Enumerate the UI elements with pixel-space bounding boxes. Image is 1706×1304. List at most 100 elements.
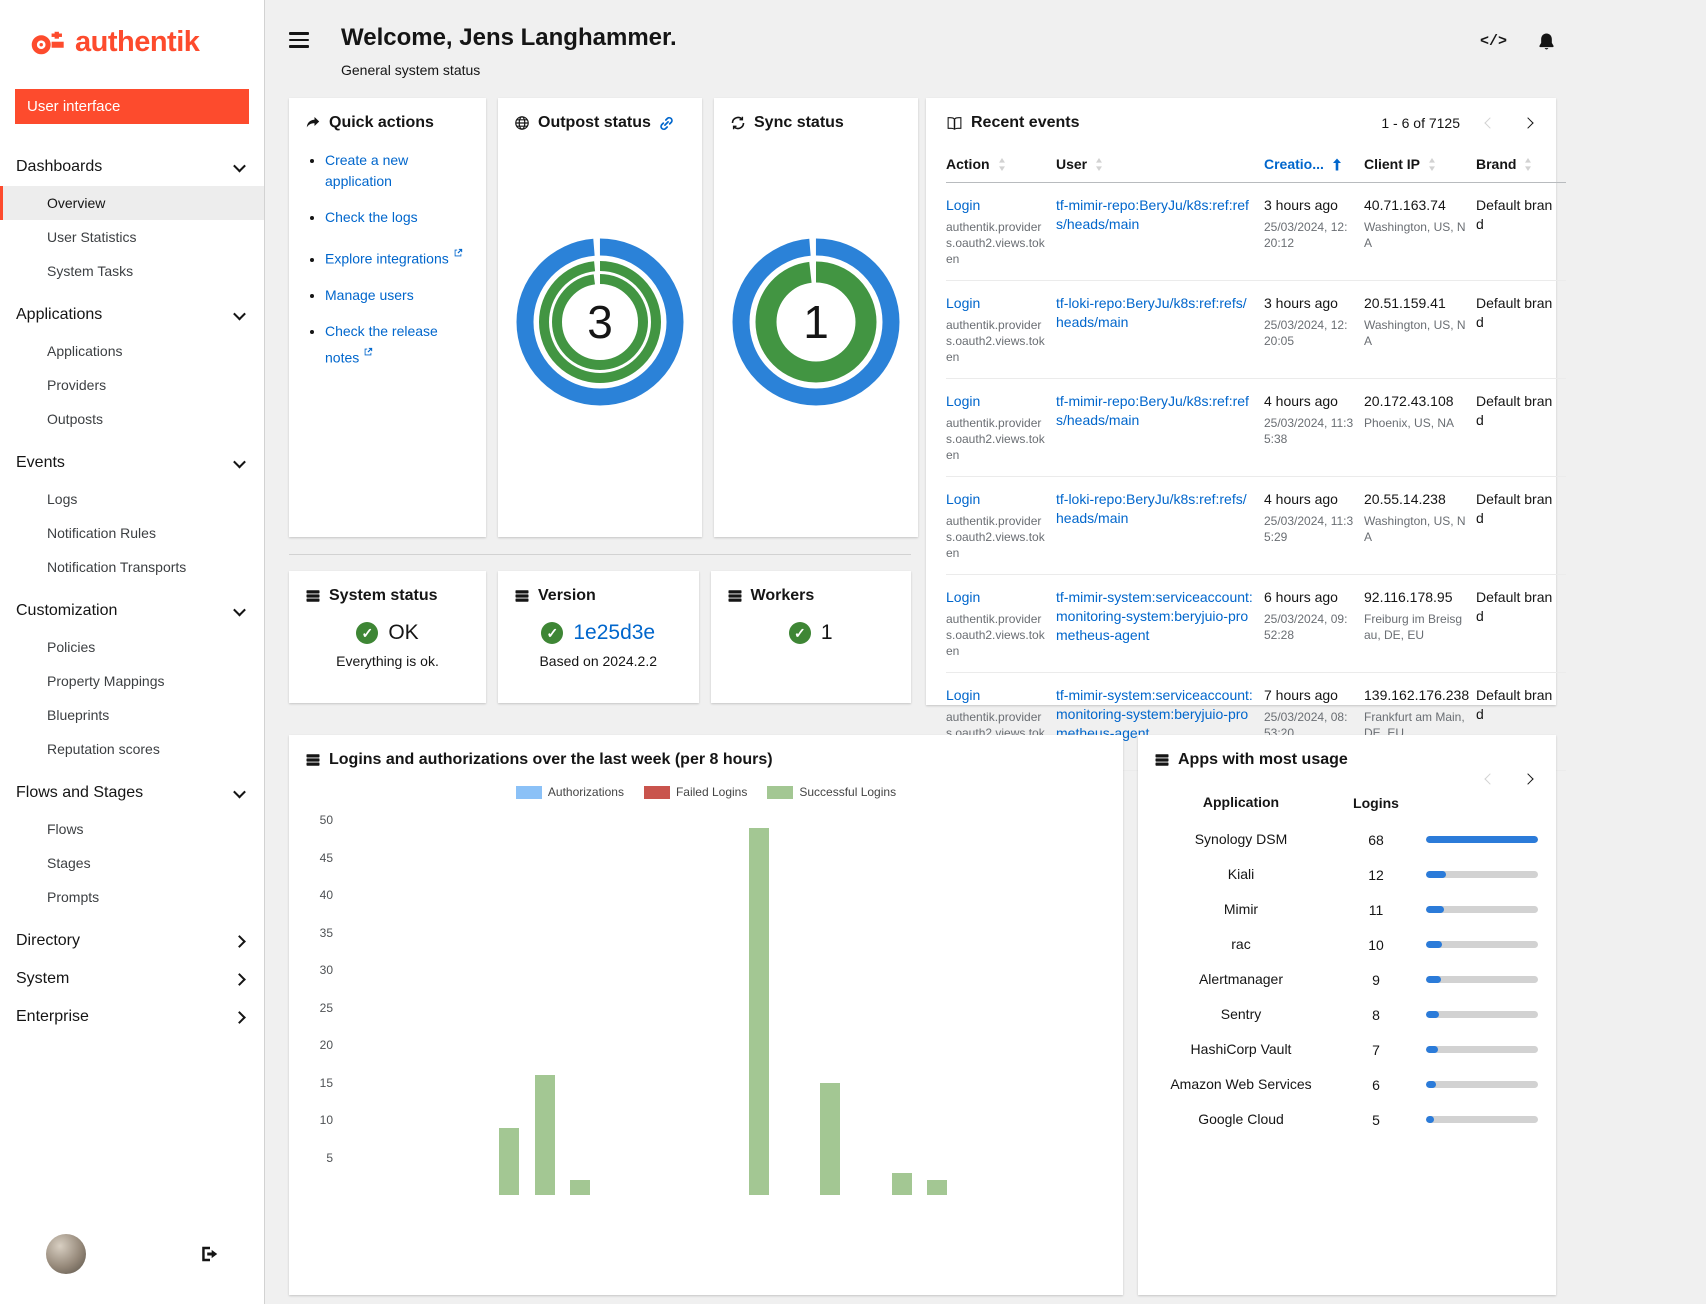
event-time: 3 hours ago bbox=[1264, 294, 1354, 313]
event-action-link[interactable]: Login bbox=[946, 491, 980, 507]
sidebar-footer bbox=[0, 1218, 264, 1304]
sidebar-section-header-enterprise[interactable]: Enterprise bbox=[0, 998, 264, 1036]
sidebar-section-header-applications[interactable]: Applications bbox=[0, 296, 264, 334]
usage-progress-bar bbox=[1426, 1081, 1538, 1088]
sidebar-item-prompts[interactable]: Prompts bbox=[0, 880, 264, 914]
event-user-link[interactable]: tf-mimir-system:serviceaccount:monitorin… bbox=[1056, 687, 1253, 741]
sidebar-section-header-system[interactable]: System bbox=[0, 960, 264, 998]
chart-bar-successful-logins bbox=[820, 1083, 840, 1196]
card-title-text: Apps with most usage bbox=[1178, 751, 1348, 769]
section-label: Events bbox=[16, 454, 65, 472]
sidebar-item-flows[interactable]: Flows bbox=[0, 812, 264, 846]
avatar[interactable] bbox=[46, 1234, 86, 1274]
card-title-text: System status bbox=[329, 587, 438, 605]
event-brand: Default brand bbox=[1476, 575, 1566, 673]
event-row: Loginauthentik.providers.oauth2.views.to… bbox=[946, 379, 1566, 477]
sync-status-card: Sync status 1 bbox=[714, 98, 918, 537]
sidebar-section-system: System bbox=[0, 960, 264, 998]
card-title-text: Quick actions bbox=[329, 114, 434, 132]
event-row: Loginauthentik.providers.oauth2.views.to… bbox=[946, 477, 1566, 575]
y-axis-tick-label: 15 bbox=[305, 1076, 333, 1090]
chevron-right-icon bbox=[233, 1011, 246, 1024]
y-axis-tick-label: 50 bbox=[305, 813, 333, 827]
api-code-icon[interactable]: </> bbox=[1480, 33, 1507, 50]
sidebar-section-enterprise: Enterprise bbox=[0, 998, 264, 1036]
usage-progress-bar bbox=[1426, 1046, 1538, 1053]
notification-bell-icon[interactable] bbox=[1537, 32, 1556, 51]
event-geo: Washington, US, NA bbox=[1364, 219, 1466, 251]
manage-users-link[interactable]: Manage users bbox=[325, 287, 414, 303]
sidebar-item-providers[interactable]: Providers bbox=[0, 368, 264, 402]
sidebar-section-header-events[interactable]: Events bbox=[0, 444, 264, 482]
app-usage-row: Sentry 8 bbox=[1154, 997, 1540, 1032]
link-icon[interactable] bbox=[659, 116, 674, 131]
event-brand: Default brand bbox=[1476, 281, 1566, 379]
sidebar: authentik User interface Dashboards Over… bbox=[0, 0, 265, 1304]
event-time: 3 hours ago bbox=[1264, 196, 1354, 215]
event-action-link[interactable]: Login bbox=[946, 295, 980, 311]
column-header-user[interactable]: User bbox=[1056, 146, 1264, 183]
recent-events-table: Action User Creatio... Client IP Brand L… bbox=[946, 146, 1566, 771]
chart-bar-successful-logins bbox=[535, 1075, 555, 1195]
y-axis-tick-label: 45 bbox=[305, 851, 333, 865]
apps-usage-card: Apps with most usage Application Logins … bbox=[1138, 735, 1556, 1295]
event-user-link[interactable]: tf-mimir-repo:BeryJu/k8s:ref:refs/heads/… bbox=[1056, 197, 1249, 232]
sidebar-item-user-statistics[interactable]: User Statistics bbox=[0, 220, 264, 254]
event-time-detail: 25/03/2024, 09:52:28 bbox=[1264, 611, 1354, 643]
event-action-link[interactable]: Login bbox=[946, 393, 980, 409]
sidebar-section-header-dashboards[interactable]: Dashboards bbox=[0, 148, 264, 186]
authentik-logo[interactable]: authentik bbox=[0, 0, 264, 77]
sidebar-item-outposts[interactable]: Outposts bbox=[0, 402, 264, 436]
y-axis-tick-label: 25 bbox=[305, 1001, 333, 1015]
sidebar-item-stages[interactable]: Stages bbox=[0, 846, 264, 880]
sort-icon bbox=[1095, 158, 1103, 171]
sidebar-item-system-tasks[interactable]: System Tasks bbox=[0, 254, 264, 288]
pagination-next-button[interactable] bbox=[1520, 115, 1536, 131]
version-link[interactable]: 1e25d3e bbox=[573, 621, 655, 645]
sign-out-icon[interactable] bbox=[200, 1245, 220, 1263]
event-action-link[interactable]: Login bbox=[946, 687, 980, 703]
sidebar-section-header-directory[interactable]: Directory bbox=[0, 922, 264, 960]
sidebar-item-blueprints[interactable]: Blueprints bbox=[0, 698, 264, 732]
explore-integrations-link[interactable]: Explore integrations bbox=[325, 251, 449, 267]
sidebar-section-dashboards: Dashboards Overview User Statistics Syst… bbox=[0, 148, 264, 288]
column-header-brand[interactable]: Brand bbox=[1476, 146, 1566, 183]
event-geo: Washington, US, NA bbox=[1364, 513, 1466, 545]
sidebar-item-logs[interactable]: Logs bbox=[0, 482, 264, 516]
column-header-client-ip[interactable]: Client IP bbox=[1364, 146, 1476, 183]
sidebar-item-property-mappings[interactable]: Property Mappings bbox=[0, 664, 264, 698]
sidebar-item-notification-rules[interactable]: Notification Rules bbox=[0, 516, 264, 550]
pagination-prev-button[interactable] bbox=[1482, 115, 1498, 131]
pagination-range: 1 - 6 of 7125 bbox=[1381, 115, 1460, 131]
release-notes-link[interactable]: Check the release notes bbox=[325, 323, 438, 366]
event-user-link[interactable]: tf-mimir-system:serviceaccount:monitorin… bbox=[1056, 589, 1253, 643]
server-icon bbox=[305, 752, 321, 768]
user-interface-button[interactable]: User interface bbox=[15, 89, 249, 124]
sidebar-item-reputation-scores[interactable]: Reputation scores bbox=[0, 732, 264, 766]
legend-item-authorizations: Authorizations bbox=[516, 785, 624, 799]
column-header-creation[interactable]: Creatio... bbox=[1264, 146, 1364, 183]
event-user-link[interactable]: tf-mimir-repo:BeryJu/k8s:ref:refs/heads/… bbox=[1056, 393, 1249, 428]
external-link-icon bbox=[453, 243, 463, 264]
event-user-link[interactable]: tf-loki-repo:BeryJu/k8s:ref:refs/heads/m… bbox=[1056, 491, 1247, 526]
usage-progress-bar bbox=[1426, 906, 1538, 913]
chevron-down-icon bbox=[233, 785, 246, 798]
event-user-link[interactable]: tf-loki-repo:BeryJu/k8s:ref:refs/heads/m… bbox=[1056, 295, 1247, 330]
y-axis-tick-label: 40 bbox=[305, 888, 333, 902]
sidebar-item-applications[interactable]: Applications bbox=[0, 334, 264, 368]
sidebar-item-policies[interactable]: Policies bbox=[0, 630, 264, 664]
check-logs-link[interactable]: Check the logs bbox=[325, 209, 418, 225]
page-subtitle: General system status bbox=[341, 62, 677, 78]
sidebar-item-notification-transports[interactable]: Notification Transports bbox=[0, 550, 264, 584]
create-application-link[interactable]: Create a new application bbox=[325, 152, 408, 189]
sync-icon bbox=[730, 115, 746, 131]
sidebar-section-header-flows-and-stages[interactable]: Flows and Stages bbox=[0, 774, 264, 812]
column-header-action[interactable]: Action bbox=[946, 146, 1056, 183]
sidebar-section-header-customization[interactable]: Customization bbox=[0, 592, 264, 630]
legend-item-failed-logins: Failed Logins bbox=[644, 785, 747, 799]
event-action-link[interactable]: Login bbox=[946, 197, 980, 213]
event-action-link[interactable]: Login bbox=[946, 589, 980, 605]
hamburger-menu-icon[interactable] bbox=[289, 32, 309, 48]
sidebar-item-overview[interactable]: Overview bbox=[0, 186, 264, 220]
event-geo: Washington, US, NA bbox=[1364, 317, 1466, 349]
